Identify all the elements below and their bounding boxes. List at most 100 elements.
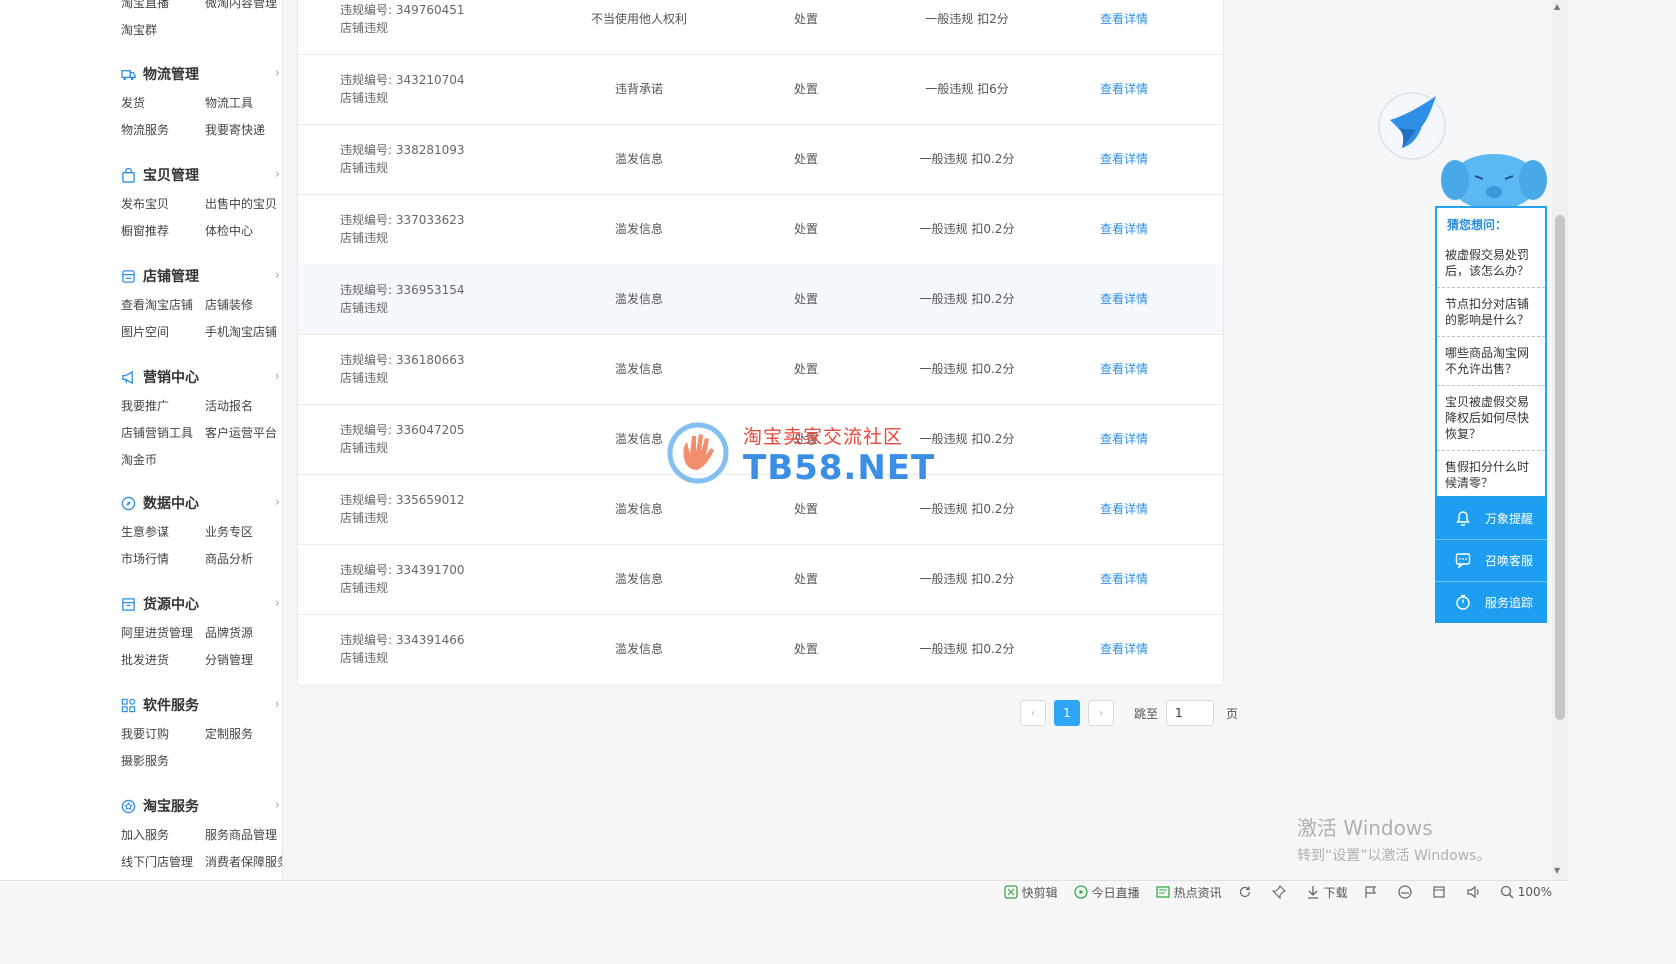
speaker-icon (1466, 885, 1480, 899)
chevron-right-icon[interactable]: › (275, 697, 280, 712)
view-detail-link[interactable]: 查看详情 (1024, 334, 1224, 404)
assistant-question-link[interactable]: 宝贝被虚假交易降权后如何尽快恢复？ (1437, 385, 1545, 450)
menu-group-header[interactable]: 营销中心 › (107, 363, 282, 391)
table-row: 违规编号: 334391700 店铺违规 滥发信息 处置 一般违规 扣0.2分 查看详情 (298, 544, 1223, 615)
menu-item[interactable]: 我要订购 (121, 721, 205, 748)
status-bar-item[interactable] (1398, 885, 1416, 899)
view-detail-link[interactable]: 查看详情 (1024, 124, 1224, 194)
assistant-bird-logo[interactable] (1376, 90, 1448, 162)
view-detail-link[interactable]: 查看详情 (1024, 54, 1224, 124)
sidebar-link[interactable]: 淘宝群 (121, 17, 205, 44)
violation-id-cell: 违规编号: 336953154 店铺违规 (340, 264, 465, 334)
menu-item[interactable]: 我要寄快递 (205, 117, 282, 144)
menu-item[interactable]: 线下门店管理 (121, 849, 205, 876)
view-detail-link[interactable]: 查看详情 (1024, 404, 1224, 474)
menu-item[interactable]: 阿里进货管理 (121, 620, 205, 647)
menu-item[interactable]: 活动报名 (205, 393, 282, 420)
menu-item[interactable]: 市场行情 (121, 546, 205, 573)
view-detail-link[interactable]: 查看详情 (1024, 544, 1224, 614)
status-bar-item[interactable] (1238, 885, 1256, 899)
elephant-mascot[interactable] (1441, 146, 1547, 212)
assistant-action-button[interactable]: 万象提醒 (1435, 497, 1547, 539)
menu-item[interactable]: 批发进货 (121, 647, 205, 674)
edge-icon (1398, 885, 1412, 899)
menu-group-header[interactable]: 物流管理 › (107, 60, 282, 88)
assistant-question-link[interactable]: 节点扣分对店铺的影响是什么？ (1437, 287, 1545, 336)
assistant-question-link[interactable]: 售假扣分什么时候清零？ (1437, 450, 1545, 499)
status-bar-item[interactable]: 今日直播 (1073, 884, 1140, 901)
menu-item[interactable]: 我要推广 (121, 393, 205, 420)
menu-item[interactable]: 店铺营销工具 (121, 420, 205, 447)
menu-item[interactable]: 体检中心 (205, 218, 282, 245)
menu-item[interactable]: 定制服务 (205, 721, 282, 748)
next-page-button[interactable]: › (1088, 700, 1114, 726)
menu-item[interactable]: 商品分析 (205, 546, 282, 573)
elephant-icon (1441, 154, 1547, 210)
menu-item[interactable]: 客户运营平台 (205, 420, 282, 447)
menu-item[interactable]: 发布宝贝 (121, 191, 205, 218)
assistant-action-button[interactable]: 服务追踪 (1435, 581, 1547, 623)
chevron-right-icon[interactable]: › (275, 495, 280, 510)
chevron-right-icon[interactable]: › (275, 167, 280, 182)
prev-page-button[interactable]: ‹ (1020, 700, 1046, 726)
menu-item[interactable]: 物流工具 (205, 90, 282, 117)
view-detail-link[interactable]: 查看详情 (1024, 264, 1224, 334)
menu-item[interactable]: 摄影服务 (121, 748, 205, 775)
menu-item[interactable]: 橱窗推荐 (121, 218, 205, 245)
status-bar-item[interactable]: 快剪辑 (1003, 884, 1058, 901)
view-detail-link[interactable]: 查看详情 (1024, 614, 1224, 684)
menu-item[interactable]: 加入服务 (121, 822, 205, 849)
menu-item[interactable]: 生意参谋 (121, 519, 205, 546)
menu-item[interactable]: 店铺装修 (205, 292, 282, 319)
page-scrollbar[interactable]: ▲ ▼ (1552, 0, 1568, 880)
status-bar-item[interactable]: 下载 (1306, 884, 1348, 901)
assistant-action-button[interactable]: 召唤客服 (1435, 539, 1547, 581)
menu-group-header[interactable]: 软件服务 › (107, 691, 282, 719)
status-bar-item[interactable] (1364, 885, 1382, 899)
menu-item[interactable]: 品牌货源 (205, 620, 282, 647)
menu-item[interactable]: 消费者保障服务 (205, 849, 282, 876)
scroll-up-icon[interactable]: ▲ (1554, 2, 1560, 11)
menu-group-header[interactable]: 淘宝服务 › (107, 792, 282, 820)
menu-group-header[interactable]: 店铺管理 › (107, 262, 282, 290)
view-detail-link[interactable]: 查看详情 (1024, 0, 1224, 54)
menu-item[interactable]: 服务商品管理 (205, 822, 282, 849)
menu-item[interactable]: 发货 (121, 90, 205, 117)
sidebar-link[interactable]: 淘宝直播 (121, 0, 205, 17)
menu-item[interactable]: 出售中的宝贝 (205, 191, 282, 218)
assistant-question-link[interactable]: 哪些商品淘宝网不允许出售？ (1437, 336, 1545, 385)
menu-group-title: 淘宝服务 (143, 799, 199, 815)
view-detail-link[interactable]: 查看详情 (1024, 474, 1224, 544)
page-button-current[interactable]: 1 (1054, 700, 1080, 726)
status-bar-item[interactable] (1432, 885, 1450, 899)
menu-group-title: 货源中心 (143, 597, 199, 613)
scroll-down-icon[interactable]: ▼ (1554, 866, 1560, 875)
status-bar-item[interactable] (1271, 885, 1290, 899)
sidebar-link[interactable]: 微淘内容管理 (205, 0, 282, 17)
view-detail-link[interactable]: 查看详情 (1024, 194, 1224, 264)
status-bar-item[interactable]: 100% (1500, 885, 1552, 899)
chevron-right-icon[interactable]: › (275, 798, 280, 813)
menu-item[interactable]: 图片空间 (121, 319, 205, 346)
chevron-right-icon[interactable]: › (275, 369, 280, 384)
assistant-question-link[interactable]: 被虚假交易处罚后，该怎么办？ (1437, 239, 1545, 287)
box-icon (121, 597, 136, 612)
status-bar-item[interactable]: 热点资讯 (1156, 884, 1222, 901)
menu-item[interactable]: 查看淘宝店铺 (121, 292, 205, 319)
jump-page-input[interactable] (1166, 700, 1215, 726)
chevron-right-icon[interactable]: › (275, 268, 280, 283)
menu-item[interactable]: 物流服务 (121, 117, 205, 144)
violation-number: 违规编号: 336047205 (340, 423, 465, 437)
menu-item[interactable]: 手机淘宝店铺 (205, 319, 282, 346)
menu-group-header[interactable]: 宝贝管理 › (107, 161, 282, 189)
menu-item[interactable]: 淘金币 (121, 447, 205, 474)
menu-group-header[interactable]: 货源中心 › (107, 590, 282, 618)
menu-item[interactable]: 业务专区 (205, 519, 282, 546)
status-bar-item[interactable] (1466, 885, 1484, 899)
menu-item[interactable]: 分销管理 (205, 647, 282, 674)
scrollbar-thumb[interactable] (1555, 215, 1565, 720)
violation-type: 店铺违规 (340, 581, 389, 595)
menu-group-header[interactable]: 数据中心 › (107, 489, 282, 517)
chevron-right-icon[interactable]: › (275, 596, 280, 611)
chevron-right-icon[interactable]: › (275, 66, 280, 81)
